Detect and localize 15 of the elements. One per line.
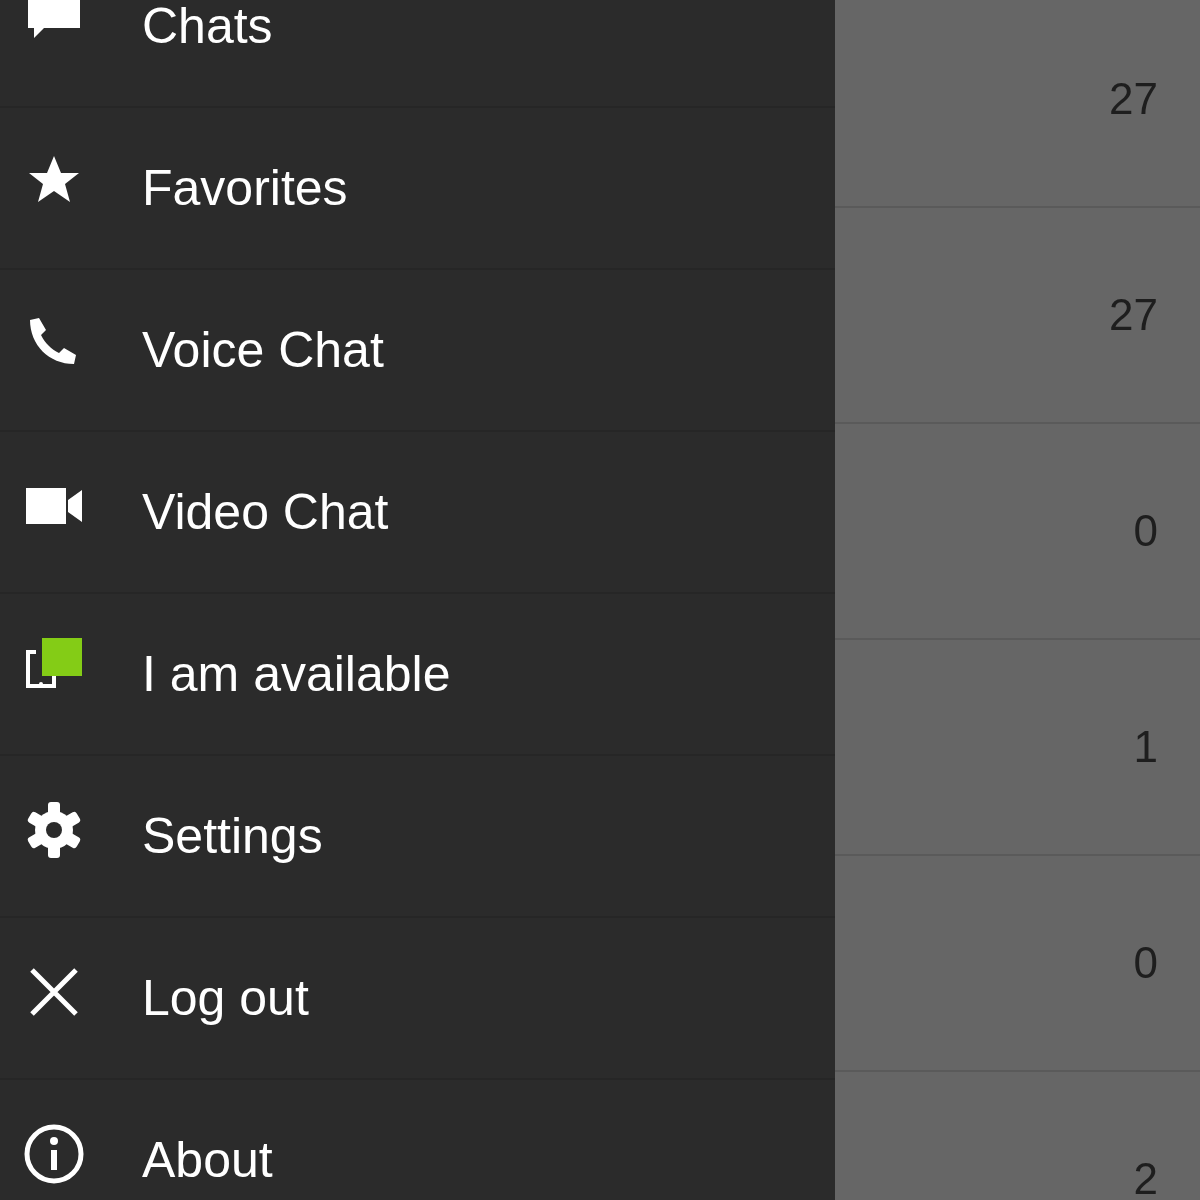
unread-count: 27 <box>1109 74 1158 124</box>
unread-count: 0 <box>1133 506 1158 556</box>
info-icon <box>24 1124 84 1184</box>
drawer-item[interactable]: Video Chat <box>0 432 835 594</box>
drawer-item[interactable]: Voice Chat <box>0 270 835 432</box>
drawer-item[interactable]: Log out <box>0 918 835 1080</box>
unread-count: 1 <box>1133 722 1158 772</box>
drawer-item[interactable]: About <box>0 1080 835 1200</box>
unread-count: 2 <box>1133 1154 1158 1200</box>
unread-count: 0 <box>1133 938 1158 988</box>
drawer-item[interactable]: Favorites <box>0 108 835 270</box>
drawer-item[interactable]: Settings <box>0 756 835 918</box>
drawer-item[interactable]: I am available <box>0 594 835 756</box>
unread-count: 27 <box>1109 290 1158 340</box>
drawer-item[interactable]: Chats <box>0 0 835 108</box>
